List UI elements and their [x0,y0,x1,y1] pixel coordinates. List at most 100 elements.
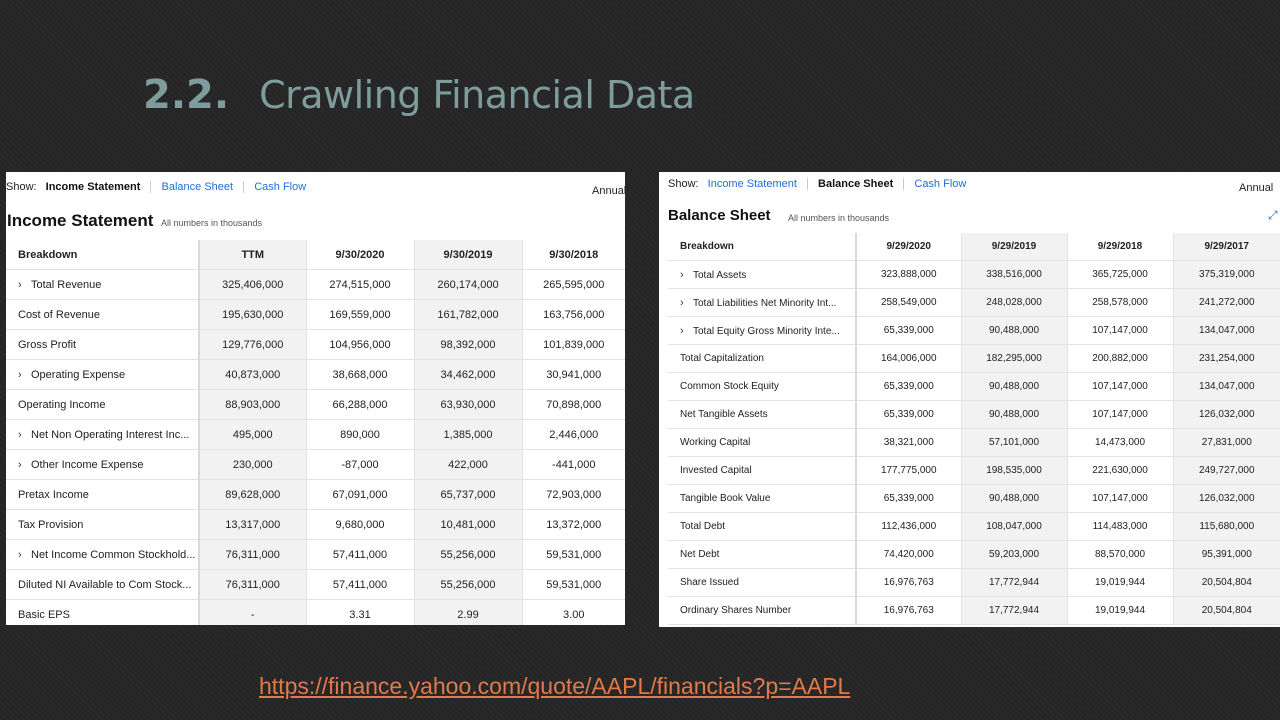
slide-title-text: Crawling Financial Data [259,73,695,117]
table-row[interactable]: › Other Income Expense 230,000 -87,000 422,0… [6,449,625,480]
row-label-text: Net Debt [680,549,720,560]
tab-balance-sheet[interactable]: Balance Sheet [818,178,893,190]
table-cell: 126,032,000 [1172,400,1280,429]
table-row[interactable]: › Total Assets 323,888,000 338,516,000 365,7… [668,260,1280,289]
tab-divider [903,178,905,191]
period-selector[interactable]: Annual [1239,182,1273,194]
table-cell: -441,000 [521,449,625,480]
tab-cash-flow[interactable]: Cash Flow [914,178,966,190]
table-cell: 248,028,000 [960,288,1067,317]
row-label: Tangible Book Value [668,484,857,513]
table-cell: 59,531,000 [521,569,625,600]
table-row[interactable]: › Net Income Common Stockhold... 76,311,00… [6,539,625,570]
table-row: Tangible Book Value 65,339,000 90,488,000 1… [668,484,1280,513]
table-cell: 375,319,000 [1172,260,1280,289]
chevron-right-icon[interactable]: › [680,269,690,281]
row-label[interactable]: › Net Non Operating Interest Inc... [6,419,200,450]
row-label-text: Basic EPS [18,608,70,621]
show-label: Show: [668,178,699,190]
row-label[interactable]: › Total Equity Gross Minority Inte... [668,316,857,345]
row-label: Operating Income [6,389,200,420]
row-label-text: Operating Expense [31,368,126,381]
tab-cash-flow[interactable]: Cash Flow [254,181,306,193]
tab-balance-sheet[interactable]: Balance Sheet [162,181,234,193]
table-header-row: Breakdown 9/29/2020 9/29/2019 9/29/2018 … [668,233,1280,261]
table-cell: 112,436,000 [856,512,961,541]
row-label-text: Diluted NI Available to Com Stock... [18,578,192,591]
row-label[interactable]: › Other Income Expense [6,449,200,480]
table-cell: 200,882,000 [1066,344,1173,373]
table-cell: 30,941,000 [521,359,625,390]
table-cell: 101,839,000 [521,329,625,360]
table-cell: -87,000 [305,449,414,480]
row-label[interactable]: › Total Revenue [6,269,200,300]
table-row[interactable]: › Total Liabilities Net Minority Int... 25… [668,288,1280,317]
table-cell: 63,930,000 [413,389,522,420]
column-header: 9/29/2018 [1066,233,1173,261]
row-label-text: Total Equity Gross Minority Inte... [693,325,840,337]
table-cell: 3.31 [305,599,414,625]
row-label: Gross Profit [6,329,200,360]
table-cell: 65,339,000 [856,400,961,429]
chevron-right-icon[interactable]: › [18,459,28,471]
chevron-right-icon[interactable]: › [18,369,28,381]
row-label-text: Net Income Common Stockhold... [31,548,196,561]
column-header: 9/29/2020 [856,233,961,261]
row-label-text: Operating Income [18,398,106,411]
table-cell: 2,446,000 [521,419,625,450]
tab-income-statement[interactable]: Income Statement [46,181,141,193]
chevron-right-icon[interactable]: › [18,549,28,561]
table-row: Net Tangible Assets 65,339,000 90,488,000 1… [668,400,1280,429]
row-label[interactable]: › Operating Expense [6,359,200,390]
table-cell: 265,595,000 [521,269,625,300]
table-cell: 65,737,000 [413,479,522,510]
period-selector[interactable]: Annual [592,185,625,197]
row-label-text: Invested Capital [680,465,752,476]
table-cell: 17,772,944 [960,596,1067,625]
row-label: Tax Provision [6,509,200,540]
row-label: Ordinary Shares Number [668,596,857,625]
table-cell: 114,483,000 [1066,512,1173,541]
row-label: Share Issued [668,568,857,597]
row-label[interactable]: › Total Assets [668,260,857,289]
source-url-link[interactable]: https://finance.yahoo.com/quote/AAPL/fin… [259,673,850,700]
row-label[interactable]: › Total Liabilities Net Minority Int... [668,288,857,317]
table-row: Net Debt 74,420,000 59,203,000 88,570,000 95… [668,540,1280,569]
row-label-text: Tax Provision [18,518,84,531]
row-label-text: Total Liabilities Net Minority Int... [693,297,837,309]
table-cell: 55,256,000 [413,539,522,570]
table-cell: 163,756,000 [521,299,625,330]
table-row: Common Stock Equity 65,339,000 90,488,000 1… [668,372,1280,401]
slide-title: 2.2. Crawling Financial Data [143,72,695,132]
tab-income-statement[interactable]: Income Statement [708,178,797,190]
row-label-text: Other Income Expense [31,458,144,471]
column-header: 9/30/2020 [305,240,414,270]
table-cell: 90,488,000 [960,372,1067,401]
table-cell: 70,898,000 [521,389,625,420]
table-cell: 98,392,000 [413,329,522,360]
table-row: Tax Provision 13,317,000 9,680,000 10,481,0… [6,509,625,540]
table-row[interactable]: › Operating Expense 40,873,000 38,668,000 34… [6,359,625,390]
table-row[interactable]: › Net Non Operating Interest Inc... 495,00… [6,419,625,450]
table-cell: 182,295,000 [960,344,1067,373]
row-label-text: Total Debt [680,521,726,532]
table-cell: 338,516,000 [960,260,1067,289]
table-cell: 95,391,000 [1172,540,1280,569]
table-cell: 169,559,000 [305,299,414,330]
row-label-text: Gross Profit [18,338,77,351]
table-row[interactable]: › Total Revenue 325,406,000 274,515,000 260,… [6,269,625,300]
tab-divider [150,181,152,194]
table-cell: 365,725,000 [1066,260,1173,289]
table-row[interactable]: › Total Equity Gross Minority Inte... 65,3… [668,316,1280,345]
table-cell: 129,776,000 [199,329,306,360]
income-statement-title: Income Statement [7,211,154,230]
chevron-right-icon[interactable]: › [680,297,690,309]
row-label[interactable]: › Net Income Common Stockhold... [6,539,200,570]
table-cell: 104,956,000 [305,329,414,360]
table-row: Share Issued 16,976,763 17,772,944 19,019,9… [668,568,1280,597]
expand-icon[interactable]: ⤢ [1268,208,1278,223]
table-row: Basic EPS -3.31 2.99 3.00 [6,599,625,625]
chevron-right-icon[interactable]: › [680,325,690,337]
chevron-right-icon[interactable]: › [18,429,28,441]
chevron-right-icon[interactable]: › [18,279,28,291]
